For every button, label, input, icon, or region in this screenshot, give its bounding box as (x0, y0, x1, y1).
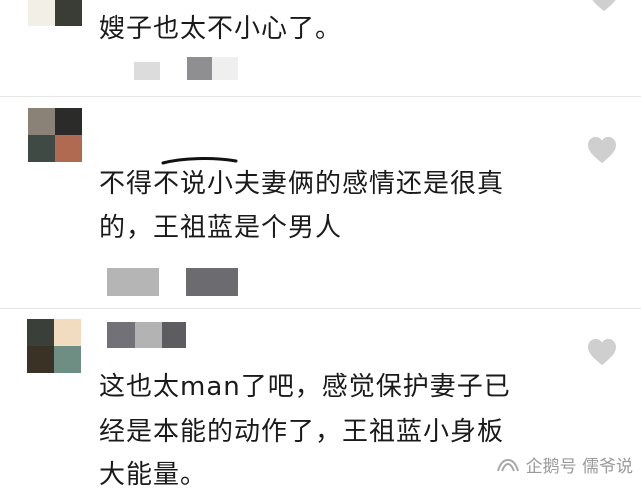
comment-text: 经是本能的动作了，王祖蓝小身板 (99, 417, 505, 447)
watermark-text: 企鹅号 儒爷说 (525, 457, 633, 477)
meta-redacted (212, 57, 238, 80)
username-redacted (107, 322, 135, 348)
meta-redacted (187, 57, 212, 80)
meta-redacted (107, 268, 159, 296)
like-heart-icon[interactable] (587, 136, 617, 164)
divider (0, 308, 641, 309)
comment-text: 大能量。 (99, 460, 208, 490)
divider (0, 96, 641, 97)
avatar[interactable] (28, 0, 82, 26)
watermark: 企鹅号 儒爷说 (496, 452, 633, 477)
like-heart-icon[interactable] (589, 0, 619, 12)
avatar[interactable] (28, 108, 82, 162)
meta-redacted (186, 268, 238, 296)
comment-text: 的，王祖蓝是个男人 (99, 213, 343, 243)
avatar[interactable] (27, 319, 81, 373)
meta-redacted (134, 62, 160, 80)
comment-text: 不得不说小夫妻俩的感情还是很真 (99, 169, 505, 199)
like-heart-icon[interactable] (587, 338, 617, 366)
comment-text: 嫂子也太不小心了。 (99, 14, 343, 44)
comment-text: 这也太man了吧，感觉保护妻子已 (99, 372, 511, 402)
username-redacted (135, 322, 162, 348)
username-redacted (162, 322, 186, 348)
tencent-penguin-logo-icon (496, 458, 519, 471)
